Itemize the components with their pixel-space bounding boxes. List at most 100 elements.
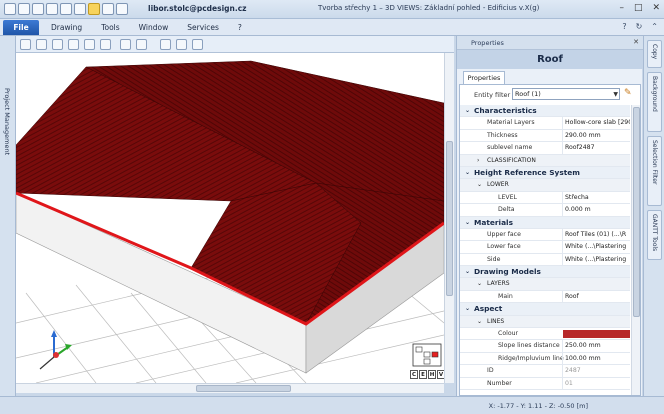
view-mode-icon[interactable] <box>20 39 31 50</box>
section-header[interactable]: ⌄ Drawing Models <box>460 266 630 279</box>
tab-gantt-tools[interactable]: GANTT Tools <box>647 210 662 260</box>
view-e-button[interactable]: E <box>419 370 427 379</box>
property-value[interactable]: Střecha <box>562 191 630 204</box>
property-row[interactable]: Side White (...\Plastering <box>460 253 630 267</box>
chevron-down-icon[interactable]: ⌄ <box>465 266 470 278</box>
menu-drawing[interactable]: Drawing <box>51 23 82 32</box>
scroll-thumb[interactable] <box>196 385 291 392</box>
chevron-down-icon[interactable]: ⌄ <box>465 105 470 117</box>
grid-icon[interactable] <box>52 39 63 50</box>
redo-icon[interactable] <box>116 3 128 15</box>
property-row[interactable]: Colour <box>460 328 630 341</box>
collapse-ribbon-icon[interactable]: ⌃ <box>651 22 658 31</box>
chevron-down-icon[interactable]: ⌄ <box>465 303 470 315</box>
colour-swatch[interactable] <box>563 330 630 339</box>
subgroup-header[interactable]: › CLASSIFICATION <box>460 154 630 167</box>
3d-view-icon[interactable] <box>36 39 47 50</box>
property-row[interactable]: Upper face Roof Tiles (01) (...\R <box>460 228 630 242</box>
tab-background[interactable]: Background <box>647 72 662 132</box>
navigation-cube-icon[interactable] <box>410 341 444 369</box>
tab-selection-filter[interactable]: Selection Filter <box>647 136 662 206</box>
property-row[interactable]: Delta 0.000 m <box>460 204 630 217</box>
property-value[interactable]: White (...\Plastering <box>562 241 630 254</box>
refresh-icon[interactable]: ↻ <box>636 22 643 31</box>
menu-window[interactable]: Window <box>139 23 169 32</box>
viewport-horizontal-scrollbar[interactable] <box>16 383 444 393</box>
property-value[interactable]: 01 <box>562 377 630 390</box>
property-value[interactable]: Roof Tiles (01) (...\R <box>562 228 630 241</box>
open-folder-icon[interactable] <box>32 3 44 15</box>
property-row[interactable]: LEVEL Střecha <box>460 191 630 205</box>
properties-scrollbar[interactable] <box>631 105 640 395</box>
chevron-icon[interactable]: ⌄ <box>477 179 482 191</box>
viewcube-widget[interactable]: C E H V <box>410 341 445 381</box>
close-button[interactable]: ✕ <box>652 3 660 13</box>
help-icon[interactable]: ? <box>622 22 626 31</box>
3d-viewport[interactable] <box>16 53 444 383</box>
property-value[interactable]: Roof <box>562 290 630 303</box>
property-value[interactable]: Hollow-core slab [290 <box>562 117 630 130</box>
section-header[interactable]: ⌄ Height Reference System <box>460 166 630 180</box>
property-value[interactable]: 0.000 m <box>562 204 630 217</box>
chevron-down-icon[interactable]: ⌄ <box>465 217 470 229</box>
project-management-tab[interactable]: Project Management <box>3 88 11 155</box>
sphere-icon[interactable] <box>160 39 171 50</box>
table-icon[interactable] <box>84 39 95 50</box>
property-row[interactable]: sublevel name Roof2487 <box>460 142 630 155</box>
viewport-vertical-scrollbar[interactable] <box>444 53 454 383</box>
entity-filter-select[interactable]: Roof (1) ▼ <box>512 88 620 100</box>
property-row[interactable]: Ridge/Impluvium line 100.00 mm <box>460 352 630 366</box>
chevron-icon[interactable]: ⌄ <box>477 316 482 328</box>
view-c-button[interactable]: C <box>410 370 418 379</box>
section-header[interactable]: ⌄ Characteristics <box>460 105 630 118</box>
chevron-down-icon[interactable]: ⌄ <box>465 167 470 179</box>
scroll-thumb[interactable] <box>446 141 453 296</box>
property-row[interactable]: Thickness 290.00 mm <box>460 129 630 143</box>
chevron-down-icon[interactable]: ▼ <box>613 89 618 100</box>
property-value[interactable]: 100.00 mm <box>562 352 630 365</box>
property-row[interactable]: Slope lines distance 250.00 mm <box>460 340 630 353</box>
tab-copy[interactable]: Copy <box>647 40 662 68</box>
property-row[interactable]: Material Layers Hollow-core slab [290 <box>460 117 630 130</box>
subgroup-header[interactable]: ⌄ LAYERS <box>460 278 630 291</box>
new-file-icon[interactable] <box>18 3 30 15</box>
section-header[interactable]: ⌄ Aspect <box>460 303 630 316</box>
property-value[interactable]: Roof2487 <box>562 142 630 155</box>
share-icon[interactable] <box>192 39 203 50</box>
subgroup-header[interactable]: ⌄ LOWER <box>460 179 630 192</box>
view-h-button[interactable]: H <box>428 370 436 379</box>
menu-tools[interactable]: Tools <box>101 23 119 32</box>
save-icon[interactable] <box>46 3 58 15</box>
chevron-icon[interactable]: › <box>477 155 479 167</box>
wire-icon[interactable] <box>176 39 187 50</box>
section-header[interactable]: ⌄ Materials <box>460 216 630 229</box>
pointer-select-icon[interactable] <box>88 3 100 15</box>
menu-help[interactable]: ? <box>238 23 242 32</box>
close-panel-icon[interactable]: ✕ <box>633 38 639 46</box>
maximize-button[interactable]: □ <box>634 3 643 13</box>
property-row[interactable]: ID 2487 <box>460 365 630 378</box>
print-icon[interactable] <box>60 3 72 15</box>
tab-properties[interactable]: Properties <box>463 71 505 84</box>
camera-icon[interactable] <box>100 39 111 50</box>
filter-edit-icon[interactable]: ✎ <box>624 88 636 100</box>
print-preview-icon[interactable] <box>74 3 86 15</box>
property-value[interactable]: 250.00 mm <box>562 340 630 353</box>
scroll-thumb[interactable] <box>633 107 640 317</box>
walk-icon[interactable] <box>120 39 131 50</box>
property-value[interactable]: White (...\Plastering <box>562 253 630 266</box>
undo-icon[interactable] <box>102 3 114 15</box>
property-row[interactable]: Lower face White (...\Plastering <box>460 241 630 254</box>
subgroup-header[interactable]: ⌄ LINES <box>460 315 630 329</box>
render-icon[interactable] <box>68 39 79 50</box>
user-email[interactable]: libor.stolc@pcdesign.cz <box>148 4 247 13</box>
minimize-button[interactable]: – <box>619 3 624 13</box>
chevron-icon[interactable]: ⌄ <box>477 278 482 290</box>
menu-services[interactable]: Services <box>187 23 219 32</box>
property-value[interactable]: 290.00 mm <box>562 129 630 142</box>
file-menu[interactable]: File <box>3 20 39 35</box>
paint-icon[interactable] <box>136 39 147 50</box>
property-value[interactable]: 2487 <box>562 365 630 378</box>
property-row[interactable]: Main Roof <box>460 290 630 304</box>
property-row[interactable]: Number 01 <box>460 377 630 390</box>
